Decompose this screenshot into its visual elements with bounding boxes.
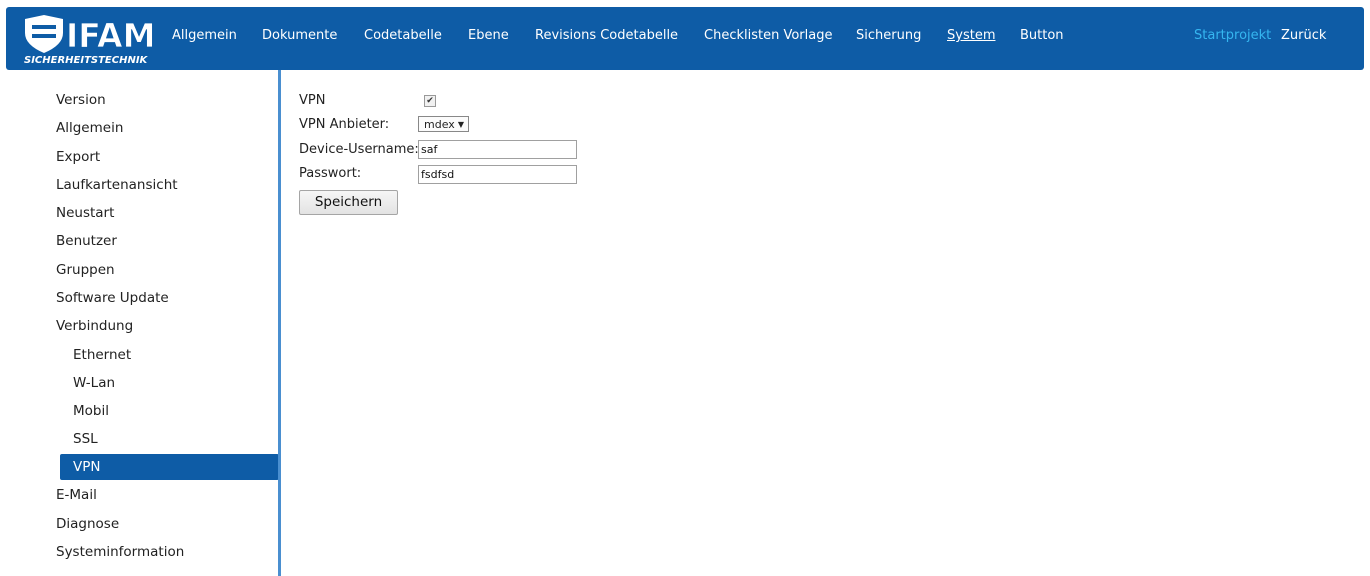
nav-ebene[interactable]: Ebene: [468, 28, 509, 43]
sidebar-item-email[interactable]: E-Mail: [56, 482, 97, 508]
sidebar-subitem-wlan[interactable]: W-Lan: [73, 370, 115, 396]
sidebar-item-systeminformation[interactable]: Systeminformation: [56, 539, 184, 565]
nav-button[interactable]: Button: [1020, 28, 1064, 43]
nav-checklisten-vorlage[interactable]: Checklisten Vorlage: [704, 28, 832, 43]
sidebar-subitem-ssl[interactable]: SSL: [73, 426, 98, 452]
sidebar-subitem-mobil[interactable]: Mobil: [73, 398, 109, 424]
sidebar-item-verbindung[interactable]: Verbindung: [56, 313, 133, 339]
provider-select-value: mdex: [424, 118, 455, 131]
vpn-label: VPN: [299, 93, 326, 108]
sidebar-item-gruppen[interactable]: Gruppen: [56, 257, 115, 283]
sidebar-item-export[interactable]: Export: [56, 144, 100, 170]
sidebar-item-version[interactable]: Version: [56, 87, 106, 113]
sidebar-item-benutzer[interactable]: Benutzer: [56, 228, 117, 254]
nav-zurueck[interactable]: Zurück: [1281, 28, 1326, 43]
nav-allgemein[interactable]: Allgemein: [172, 28, 237, 43]
password-label: Passwort:: [299, 166, 362, 181]
provider-label: VPN Anbieter:: [299, 117, 390, 132]
sidebar-subitem-vpn[interactable]: VPN: [60, 454, 279, 480]
password-field[interactable]: fsdfsd: [418, 165, 577, 184]
nav-revisions-codetabelle[interactable]: Revisions Codetabelle: [535, 28, 678, 43]
username-label: Device-Username:: [299, 142, 419, 157]
sidebar-divider: [278, 70, 281, 576]
vpn-checkbox[interactable]: ✔: [424, 95, 436, 107]
provider-select[interactable]: mdex ▼: [418, 116, 469, 132]
top-navbar: IFAM SICHERHEITSTECHNIK Allgemein Dokume…: [6, 7, 1364, 70]
nav-system[interactable]: System: [947, 28, 995, 43]
sidebar-item-laufkartenansicht[interactable]: Laufkartenansicht: [56, 172, 178, 198]
main-nav: Allgemein Dokumente Codetabelle Ebene Re…: [6, 7, 1364, 70]
sidebar-item-neustart[interactable]: Neustart: [56, 200, 114, 226]
caret-down-icon: ▼: [457, 120, 464, 129]
sidebar-item-diagnose[interactable]: Diagnose: [56, 511, 119, 537]
sidebar-item-allgemein[interactable]: Allgemein: [56, 115, 123, 141]
sidebar-item-software-update[interactable]: Software Update: [56, 285, 169, 311]
nav-dokumente[interactable]: Dokumente: [262, 28, 337, 43]
nav-startprojekt[interactable]: Startprojekt: [1194, 28, 1271, 43]
save-button[interactable]: Speichern: [299, 190, 398, 215]
nav-sicherung[interactable]: Sicherung: [856, 28, 921, 43]
nav-codetabelle[interactable]: Codetabelle: [364, 28, 442, 43]
username-field[interactable]: saf: [418, 140, 577, 159]
sidebar-subitem-ethernet[interactable]: Ethernet: [73, 342, 131, 368]
